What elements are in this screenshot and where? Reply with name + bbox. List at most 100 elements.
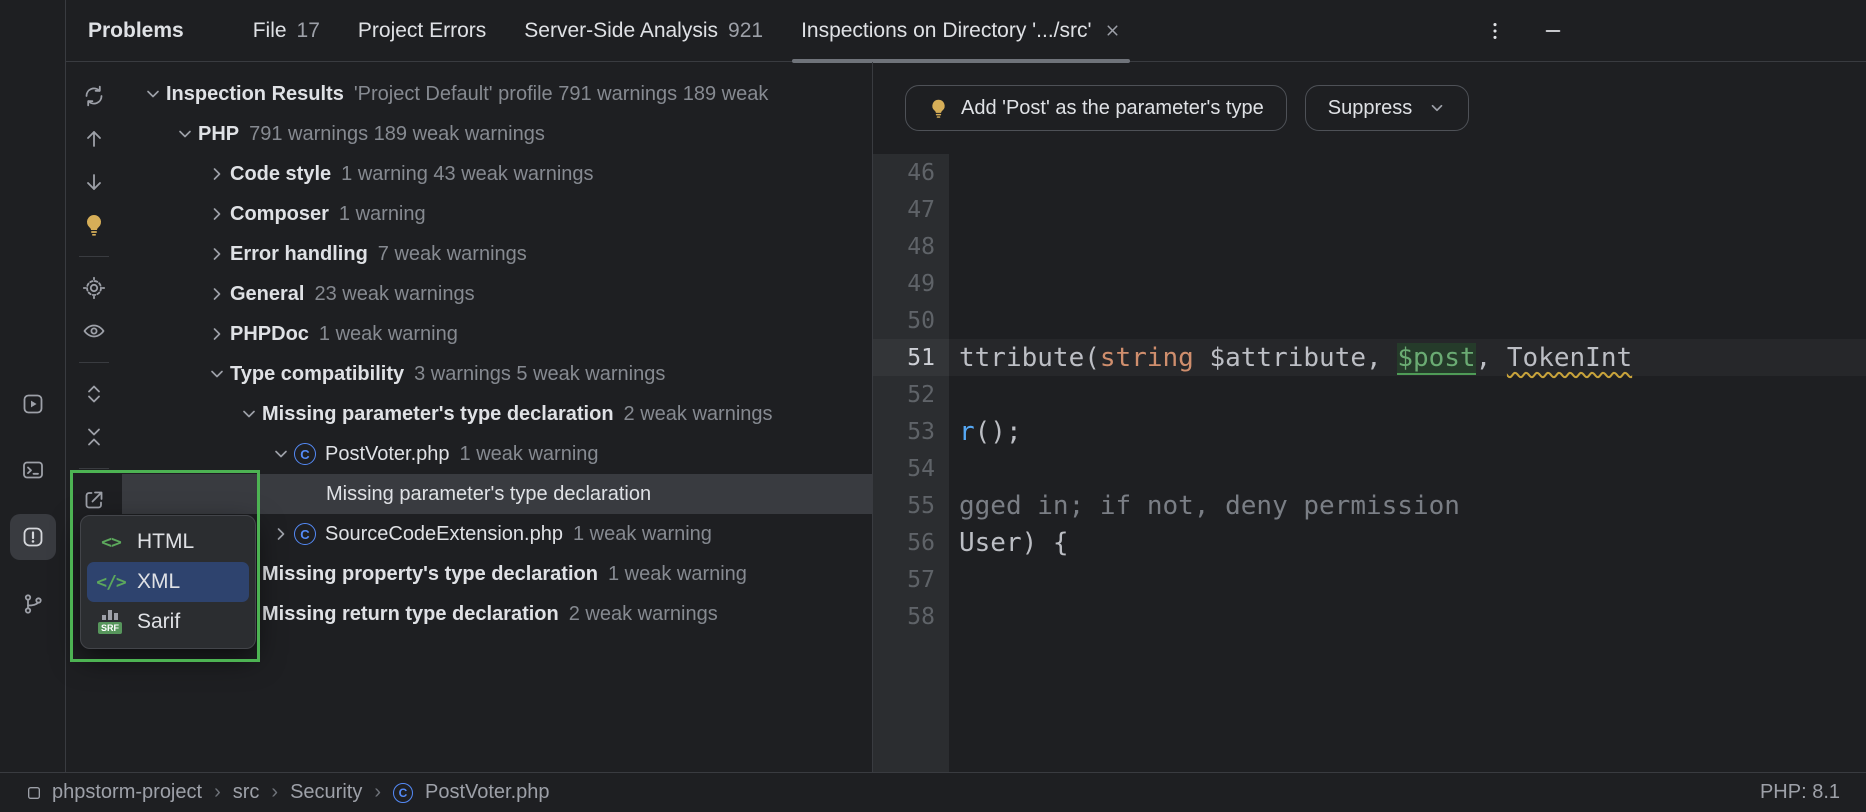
code-editor: 46 47 48 49 50 51 ttribute(string $attribute, … — [873, 154, 1866, 772]
tree-node-counts: 23 weak warnings — [314, 282, 475, 305]
line-number: 53 — [907, 418, 935, 445]
breadcrumb-label: phpstorm-project — [52, 781, 203, 803]
header-actions — [1478, 0, 1570, 62]
editor-line[interactable]: 50 — [873, 302, 1866, 339]
tab-file[interactable]: File 17 — [234, 0, 339, 61]
editor-line[interactable]: 47 — [873, 191, 1866, 228]
tree-row[interactable]: PHP 791 warnings 189 weak warnings — [122, 114, 872, 154]
tree-node-label: PostVoter.php — [325, 442, 450, 465]
editor-line[interactable]: 53 r(); — [873, 413, 1866, 450]
code-token: r — [959, 416, 975, 447]
tree-node-counts: 1 warning — [338, 202, 426, 225]
services-icon — [21, 392, 45, 416]
tree-row[interactable]: Missing parameter's type declaration — [122, 474, 872, 514]
tree-row[interactable]: Type compatibility 3 warnings 5 weak warn… — [122, 354, 872, 394]
tree-row[interactable]: General 23 weak warnings — [122, 274, 872, 314]
editor-line[interactable]: 56 User) { — [873, 524, 1866, 561]
chevron-right-icon[interactable] — [204, 244, 230, 264]
quick-fix-add-type-button[interactable]: Add 'Post' as the parameter's type — [905, 85, 1287, 131]
button-label: Suppress — [1327, 96, 1413, 119]
xml-icon: </> — [96, 571, 126, 593]
chevron-down-icon[interactable] — [268, 444, 294, 464]
tab-project-errors[interactable]: Project Errors — [339, 0, 505, 61]
code-token: $attribute, — [1193, 342, 1398, 373]
export-button[interactable] — [76, 482, 112, 518]
activity-bar — [0, 0, 66, 772]
next-problem-button[interactable] — [76, 164, 112, 200]
ide-problems-window: Problems File 17 Project Errors Server-Side… — [0, 0, 1866, 812]
activity-item-version-control[interactable] — [10, 581, 56, 627]
export-option-html[interactable]: <> HTML — [87, 522, 249, 562]
tree-node-counts: 2 weak warnings — [623, 402, 773, 425]
tree-row[interactable]: Error handling 7 weak warnings — [122, 234, 872, 274]
chevron-right-icon[interactable] — [204, 284, 230, 304]
gear-icon — [82, 276, 106, 300]
tree-row[interactable]: Inspection Results 'Project Default' prof… — [122, 74, 872, 114]
breadcrumb-security[interactable]: Security — [290, 781, 362, 804]
code-token: $post — [1397, 342, 1476, 375]
tree-node-label: Inspection Results — [166, 82, 344, 105]
tab-label: Project Errors — [357, 18, 487, 42]
view-options-button[interactable] — [76, 313, 112, 349]
settings-button[interactable] — [76, 270, 112, 306]
toolbar-divider — [79, 468, 109, 469]
collapse-all-button[interactable] — [76, 419, 112, 455]
chevron-down-icon[interactable] — [140, 84, 166, 104]
lightbulb-icon — [928, 98, 949, 119]
tree-node-counts: 1 weak warning — [318, 322, 458, 345]
class-icon: C — [294, 443, 316, 465]
editor-line[interactable]: 57 — [873, 561, 1866, 598]
editor-line[interactable]: 51 ttribute(string $attribute, $post, Tok… — [873, 339, 1866, 376]
tab-inspections-on-directory-src[interactable]: Inspections on Directory '.../src' — [782, 0, 1139, 63]
editor-line[interactable]: 58 — [873, 598, 1866, 635]
editor-line[interactable]: 46 — [873, 154, 1866, 191]
activity-item-terminal[interactable] — [10, 447, 56, 493]
chevron-down-icon[interactable] — [236, 404, 262, 424]
breadcrumb-phpstorm-project[interactable]: phpstorm-project — [26, 781, 202, 804]
editor-line[interactable]: 55 gged in; if not, deny permission — [873, 487, 1866, 524]
tree-row[interactable]: PHPDoc 1 weak warning — [122, 314, 872, 354]
activity-item-problems[interactable] — [9, 514, 56, 560]
previous-problem-button[interactable] — [76, 121, 112, 157]
more-options-button[interactable] — [1478, 14, 1512, 48]
breadcrumb-postvoter-php[interactable]: C PostVoter.php — [393, 781, 550, 804]
chevron-right-icon[interactable] — [204, 204, 230, 224]
project-icon — [26, 785, 42, 801]
activity-item-services[interactable] — [10, 381, 56, 427]
export-option-xml[interactable]: </> XML — [87, 562, 249, 602]
tree-node-counts: 3 warnings 5 weak warnings — [414, 362, 666, 385]
editor-line[interactable]: 52 — [873, 376, 1866, 413]
suppress-button[interactable]: Suppress — [1304, 85, 1470, 131]
breadcrumb-separator: › — [271, 781, 279, 803]
tab-close-icon[interactable] — [1104, 22, 1121, 39]
export-option-sarif[interactable]: SRF Sarif — [87, 602, 249, 642]
chevron-right-icon[interactable] — [268, 524, 294, 544]
code-text: r(); — [949, 417, 1022, 447]
php-version-widget[interactable]: PHP: 8.1 — [1760, 781, 1840, 804]
editor-line[interactable]: 54 — [873, 450, 1866, 487]
refresh-button[interactable] — [76, 78, 112, 114]
tree-node-label: Type compatibility — [230, 362, 405, 385]
export-option-label: XML — [137, 570, 181, 593]
tree-row[interactable]: Composer 1 warning — [122, 194, 872, 234]
tree-row[interactable]: Missing parameter's type declaration 2 we… — [122, 394, 872, 434]
code-token: , — [1475, 342, 1507, 373]
tree-node-label: PHPDoc — [230, 322, 309, 345]
tree-row[interactable]: Code style 1 warning 43 weak warnings — [122, 154, 872, 194]
tree-row[interactable]: C PostVoter.php 1 weak warning — [122, 434, 872, 474]
breadcrumb-src[interactable]: src — [233, 781, 260, 804]
chevron-right-icon[interactable] — [204, 324, 230, 344]
editor-line[interactable]: 48 — [873, 228, 1866, 265]
chevron-down-icon[interactable] — [172, 124, 198, 144]
button-label: Add 'Post' as the parameter's type — [961, 96, 1264, 119]
class-icon: C — [393, 782, 413, 803]
editor-line[interactable]: 49 — [873, 265, 1866, 302]
tree-node-label: Code style — [230, 162, 332, 185]
hide-button[interactable] — [1536, 14, 1570, 48]
tree-node-counts: 1 weak warning — [572, 522, 712, 545]
quick-fix-button[interactable] — [76, 207, 112, 243]
expand-all-button[interactable] — [76, 376, 112, 412]
chevron-right-icon[interactable] — [204, 164, 230, 184]
chevron-down-icon[interactable] — [204, 364, 230, 384]
tab-server-side-analysis[interactable]: Server-Side Analysis 921 — [505, 0, 782, 61]
